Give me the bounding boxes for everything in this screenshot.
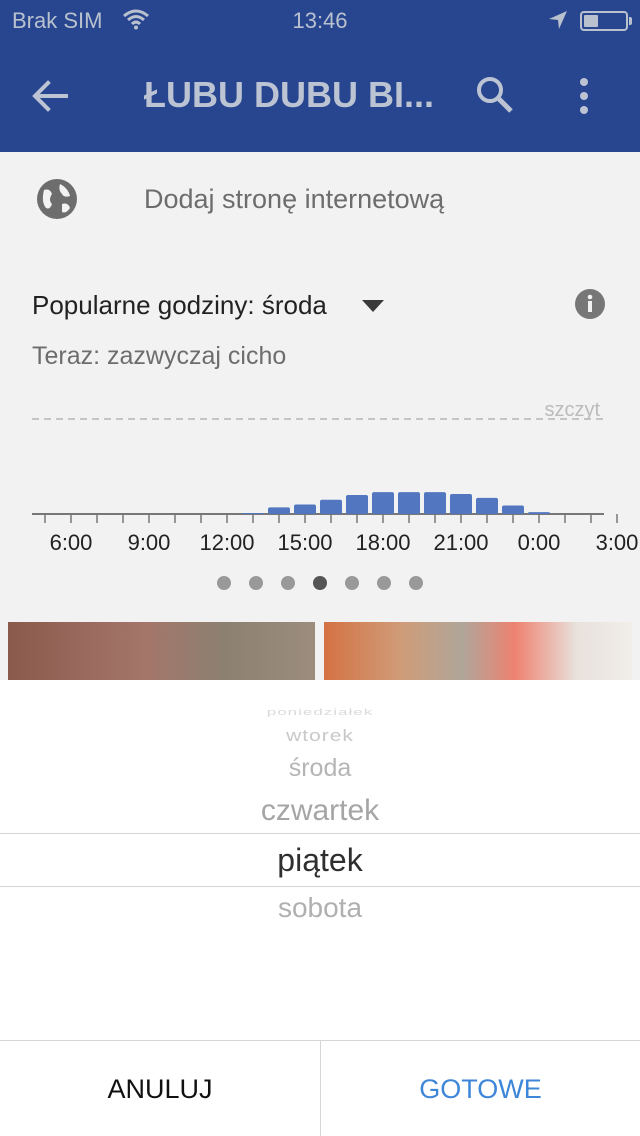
globe-icon (36, 178, 78, 225)
picker-option-thursday[interactable]: czwartek (0, 794, 640, 828)
chart-bar (372, 492, 394, 514)
search-icon[interactable] (474, 74, 518, 118)
page-dot-active[interactable] (313, 576, 327, 590)
selection-line-bottom (0, 886, 640, 887)
picker-option-wednesday[interactable]: środa (0, 754, 640, 783)
x-tick-label: 0:00 (518, 530, 561, 555)
add-website-label: Dodaj stronę internetową (144, 184, 445, 214)
photo-thumbnail[interactable] (8, 622, 315, 680)
page-dot[interactable] (377, 576, 391, 590)
page-title: ŁUBU DUBU BI... (144, 74, 434, 115)
x-tick-label: 18:00 (355, 530, 410, 555)
clock: 13:46 (292, 8, 348, 33)
chart-bar (476, 497, 498, 514)
page-dots (217, 576, 423, 590)
popular-times-chart[interactable]: szczyt 6:00 9:00 12:00 15:00 18:00 21:00 0:00 3… (0, 392, 640, 567)
bars-group (242, 492, 550, 514)
chart-bar (294, 504, 316, 514)
day-picker-wheel[interactable]: poniedziałek wtorek środa czwartek piąte… (0, 680, 640, 1038)
battery-tip (629, 17, 632, 25)
chart-bar (528, 512, 550, 514)
picker-option-friday[interactable]: piątek (0, 842, 640, 879)
app-bar: ŁUBU DUBU BI... (0, 40, 640, 152)
picker-option-monday[interactable]: poniedziałek (0, 707, 640, 718)
picker-option-tuesday[interactable]: wtorek (0, 726, 640, 745)
place-details: Dodaj stronę internetową Popularne godzi… (0, 152, 640, 680)
chart-bar (424, 492, 446, 514)
page-dot[interactable] (281, 576, 295, 590)
x-tick-label: 15:00 (277, 530, 332, 555)
chart-bar (450, 494, 472, 514)
x-tick-label: 3:00 (596, 530, 639, 555)
dropdown-arrow-icon[interactable] (362, 299, 384, 317)
info-icon[interactable] (574, 288, 606, 325)
add-website-row[interactable]: Dodaj stronę internetową (0, 152, 640, 252)
done-button[interactable]: GOTOWE (321, 1041, 640, 1136)
status-bar: Brak SIM 13:46 (0, 0, 640, 40)
popular-times-title[interactable]: Popularne godziny: środa (32, 290, 327, 321)
more-vert-icon[interactable] (568, 74, 600, 118)
battery-icon (580, 11, 628, 31)
ticks-group: 6:00 9:00 12:00 15:00 18:00 21:00 0:00 3:00 (44, 514, 639, 555)
page-dot[interactable] (345, 576, 359, 590)
picker-buttons: ANULUJ GOTOWE (0, 1040, 640, 1136)
chart-bar (242, 513, 264, 514)
x-tick-label: 6:00 (50, 530, 93, 555)
picker-option-saturday[interactable]: sobota (0, 892, 640, 924)
location-arrow-icon (548, 10, 568, 35)
chart-bar (320, 499, 342, 514)
cancel-button[interactable]: ANULUJ (0, 1041, 320, 1136)
page-dot[interactable] (409, 576, 423, 590)
x-tick-label: 9:00 (128, 530, 171, 555)
chart-bar (346, 495, 368, 514)
day-picker-sheet: poniedziałek wtorek środa czwartek piąte… (0, 680, 640, 1136)
battery-fill (584, 15, 598, 27)
page-dot[interactable] (217, 576, 231, 590)
current-status: Teraz: zazwyczaj cicho (32, 342, 287, 370)
peak-label: szczyt (544, 399, 600, 421)
selection-line-top (0, 833, 640, 834)
chart-bar (502, 505, 524, 514)
back-arrow-icon[interactable] (30, 76, 82, 120)
chart-bar (398, 492, 420, 514)
page-dot[interactable] (249, 576, 263, 590)
photo-strip (0, 622, 640, 680)
chart-svg: szczyt 6:00 9:00 12:00 15:00 18:00 21:00 0:00 3… (32, 399, 639, 555)
x-tick-label: 21:00 (433, 530, 488, 555)
chart-bar (268, 507, 290, 514)
photo-thumbnail[interactable] (324, 622, 632, 680)
page-indicator (216, 574, 432, 597)
x-tick-label: 12:00 (199, 530, 254, 555)
